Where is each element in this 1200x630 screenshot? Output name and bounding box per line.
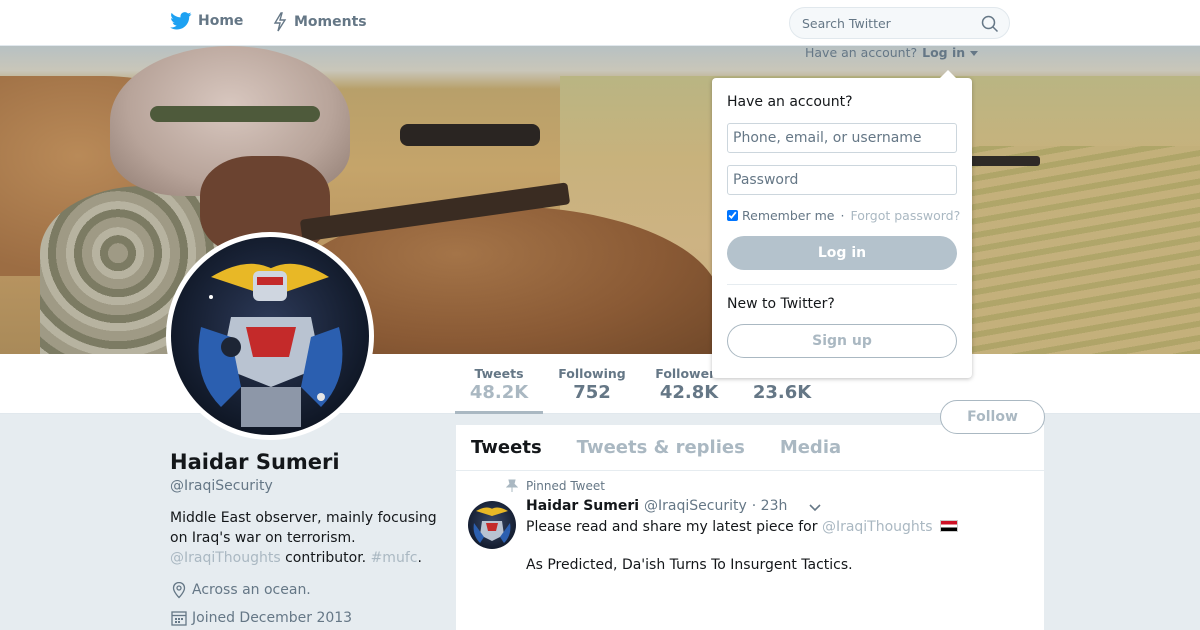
stat-tweets[interactable]: Tweets 48.2K	[455, 366, 543, 414]
tweet-avatar-robot	[473, 507, 511, 543]
forgot-password-link[interactable]: Forgot password?	[850, 208, 960, 223]
username-field[interactable]	[727, 123, 957, 153]
nav-moments-label: Moments	[294, 14, 367, 30]
bio-contributor: contributor.	[280, 550, 367, 566]
tweet-author-handle[interactable]: @IraqiSecurity	[644, 498, 747, 514]
remember-me-label[interactable]: Remember me	[742, 208, 834, 223]
bio-end: .	[417, 550, 422, 566]
calendar-icon	[171, 611, 187, 626]
tweet-text-before: Please read and share my latest piece fo…	[526, 519, 822, 535]
new-to-twitter-label: New to Twitter?	[727, 296, 835, 312]
location-pin-icon	[172, 581, 186, 599]
remember-separator: ·	[840, 208, 845, 223]
search-icon[interactable]	[981, 15, 999, 33]
stat-following[interactable]: Following 752	[553, 366, 631, 403]
top-nav: Home Moments	[0, 0, 1200, 46]
stat-following-label: Following	[558, 366, 626, 381]
profile-joined: Joined December 2013	[170, 609, 352, 627]
iraq-flag-icon	[940, 520, 959, 532]
have-account-text: Have an account?	[805, 45, 918, 60]
pushpin-icon	[506, 479, 518, 492]
robot-illustration	[198, 263, 343, 427]
profile-name[interactable]: Haidar Sumeri	[170, 450, 340, 474]
login-button[interactable]: Log in	[727, 236, 957, 270]
tweet-text-line2: As Predicted, Da'ish Turns To Insurgent …	[526, 557, 853, 573]
nav-moments[interactable]: Moments	[272, 12, 367, 32]
login-link-label: Log in	[922, 45, 966, 60]
search-box	[789, 7, 1010, 39]
stat-likes-value: 23.6K	[752, 382, 812, 403]
bio-hashtag-link[interactable]: #mufc	[371, 550, 418, 566]
tab-tweets[interactable]: Tweets	[471, 437, 542, 458]
stat-tweets-value: 48.2K	[469, 382, 529, 403]
login-dropdown-toggle[interactable]: Log in	[922, 45, 978, 60]
login-dropdown: Have an account? Remember me · Forgot pa…	[712, 70, 972, 378]
pinned-text: Pinned Tweet	[526, 479, 605, 493]
have-account-header: Have an account? Log in	[805, 45, 978, 60]
bio-text: Middle East observer, mainly focusing on…	[170, 510, 437, 546]
joined-text: Joined December 2013	[192, 610, 353, 626]
tweet-text: Please read and share my latest piece fo…	[526, 517, 1026, 537]
stat-followers-value: 42.8K	[659, 382, 719, 403]
banner-second-rifle	[960, 156, 1040, 166]
tab-media[interactable]: Media	[780, 437, 841, 458]
nav-home-label: Home	[198, 13, 244, 29]
tab-tweets-replies[interactable]: Tweets & replies	[577, 437, 745, 458]
chevron-down-icon[interactable]	[808, 503, 822, 513]
stat-tweets-label: Tweets	[474, 366, 524, 381]
tweet-avatar[interactable]	[468, 501, 516, 549]
remember-me-checkbox[interactable]	[727, 210, 738, 221]
login-title: Have an account?	[727, 94, 853, 110]
profile-avatar[interactable]	[166, 232, 374, 440]
dropdown-divider	[727, 284, 957, 285]
location-text: Across an ocean.	[192, 582, 311, 598]
profile-handle[interactable]: @IraqiSecurity	[170, 478, 273, 494]
caret-down-icon	[969, 51, 978, 56]
search-input[interactable]	[802, 15, 977, 31]
remember-row: Remember me · Forgot password?	[727, 208, 960, 223]
tweet-mention-link[interactable]: @IraqiThoughts	[822, 519, 933, 535]
banner-rifle-scope	[400, 124, 540, 146]
lightning-icon	[273, 12, 287, 32]
twitter-bird-icon	[170, 12, 192, 30]
bio-mention-link[interactable]: @IraqiThoughts	[170, 550, 281, 566]
nav-home[interactable]: Home	[170, 12, 243, 30]
password-field[interactable]	[727, 165, 957, 195]
timeline: Tweets Tweets & replies Media Pinned Twe…	[456, 425, 1044, 630]
tweet-timestamp[interactable]: · 23h	[752, 498, 788, 514]
follow-button[interactable]: Follow	[940, 400, 1045, 434]
profile-location: Across an ocean.	[170, 581, 311, 599]
pinned-label: Pinned Tweet	[506, 479, 605, 493]
tweet-author-name[interactable]: Haidar Sumeri	[526, 498, 639, 514]
signup-button[interactable]: Sign up	[727, 324, 957, 358]
avatar-image	[171, 237, 369, 435]
banner-hatband	[150, 106, 320, 122]
profile-bio: Middle East observer, mainly focusing on…	[170, 508, 440, 568]
stat-following-value: 752	[573, 382, 611, 403]
tweet-header: Haidar Sumeri @IraqiSecurity · 23h	[526, 498, 787, 514]
